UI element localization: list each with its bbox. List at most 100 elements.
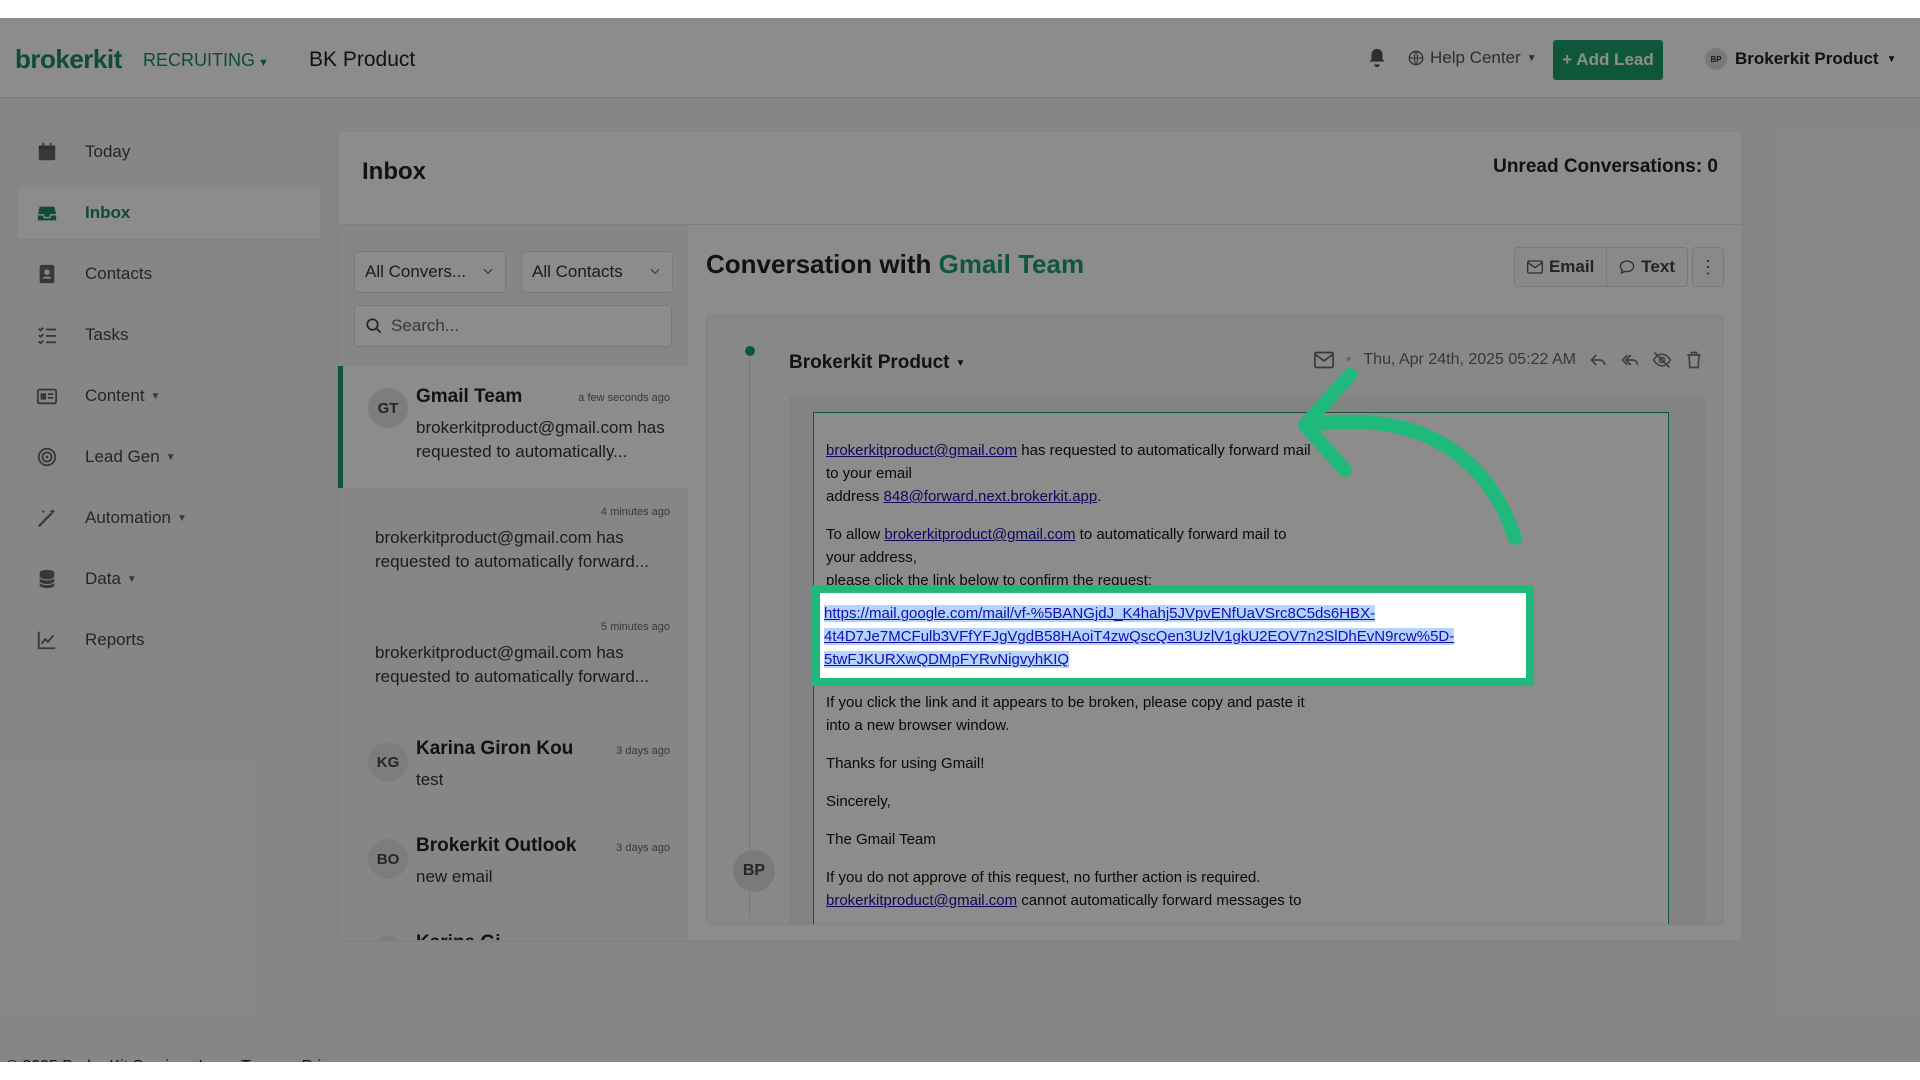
add-lead-button[interactable]: + Add Lead xyxy=(1553,40,1663,80)
sidebar-item-tasks[interactable]: Tasks xyxy=(18,309,320,361)
email-text: to automatically forward mail to xyxy=(1075,526,1287,543)
caret-down-icon: ▼ xyxy=(177,512,187,524)
help-center-label: Help Center xyxy=(1430,48,1521,67)
reply-icon[interactable] xyxy=(1588,350,1608,370)
conversation-preview: brokerkitproduct@gmail.com has requested… xyxy=(375,643,650,686)
sender-name: Brokerkit Product xyxy=(789,352,950,373)
text-button-label: Text xyxy=(1641,257,1675,276)
conversation-item[interactable]: 4 minutes ago brokerkitproduct@gmail.com… xyxy=(338,488,688,603)
contact-avatar: GT xyxy=(368,388,408,428)
bell-icon[interactable] xyxy=(1366,46,1388,70)
sidebar-item-lead-gen[interactable]: Lead Gen ▼ xyxy=(18,431,320,483)
chevron-down-icon xyxy=(483,268,493,275)
sidebar-item-content[interactable]: Content ▼ xyxy=(18,370,320,422)
user-avatar: BP xyxy=(1705,48,1727,70)
thread-title-prefix: Conversation with xyxy=(706,249,932,279)
conversation-item[interactable]: Karina Gi... xyxy=(338,912,688,940)
page-title: Inbox xyxy=(362,158,426,185)
brokerkit-logo[interactable]: brokerkit xyxy=(15,44,122,75)
message-sender[interactable]: Brokerkit Product ▼ xyxy=(789,352,965,374)
email-text: . xyxy=(1097,488,1102,505)
sidebar-item-contacts[interactable]: Contacts xyxy=(18,248,320,300)
bottom-margin xyxy=(0,1062,1920,1080)
conversation-time: 5 minutes ago xyxy=(600,621,670,633)
email-link[interactable]: brokerkitproduct@gmail.com xyxy=(826,892,1017,909)
conversation-time: 3 days ago xyxy=(616,745,670,757)
kebab-icon: ⋮ xyxy=(1699,256,1717,277)
pointer-arrow-icon xyxy=(1298,368,1522,545)
contact-avatar: BO xyxy=(368,839,408,879)
email-link[interactable]: 848@forward.next.brokerkit.app xyxy=(884,488,1098,505)
conversation-preview: test xyxy=(416,770,444,789)
sidebar-item-reports[interactable]: Reports xyxy=(18,614,320,666)
email-link[interactable]: brokerkitproduct@gmail.com xyxy=(826,442,1017,459)
contact-name: Karina Giron Kou xyxy=(416,738,574,759)
sidebar-item-data[interactable]: Data ▼ xyxy=(18,553,320,605)
timeline-line xyxy=(749,358,750,918)
lead-gen-icon xyxy=(37,447,57,467)
compose-actions: Email Text xyxy=(1513,247,1688,287)
thread-title: Conversation with Gmail Team xyxy=(706,249,1084,280)
email-paragraph: If you click the link and it appears to … xyxy=(826,691,1656,737)
caret-down-icon: ▼ xyxy=(258,57,269,69)
email-text: cannot automatically forward messages to xyxy=(1017,892,1302,909)
conversation-time: 3 days ago xyxy=(616,842,670,854)
conversation-preview: brokerkitproduct@gmail.com has requested… xyxy=(416,418,665,461)
thread-contact-link[interactable]: Gmail Team xyxy=(939,249,1084,279)
sidebar-item-label: Data xyxy=(85,569,121,588)
conversation-thread: Conversation with Gmail Team Email Text … xyxy=(688,225,1742,940)
trash-icon[interactable] xyxy=(1684,350,1704,370)
hide-icon[interactable] xyxy=(1652,350,1672,370)
chat-bubble-icon xyxy=(1619,260,1635,275)
conversation-item[interactable]: GT Gmail Team a few seconds ago brokerki… xyxy=(338,366,688,488)
sidebar-item-today[interactable]: Today xyxy=(18,126,320,178)
caret-down-icon: ▼ xyxy=(1886,53,1897,65)
caret-down-icon: ▼ xyxy=(150,390,161,402)
contact-filter-select[interactable]: All Contacts xyxy=(521,251,673,293)
email-paragraph: Sincerely, xyxy=(826,793,891,810)
database-icon xyxy=(39,569,55,589)
user-menu[interactable]: BP Brokerkit Product ▼ xyxy=(1705,48,1897,70)
module-label: RECRUITING xyxy=(143,50,255,70)
sidebar-item-label: Contacts xyxy=(85,264,153,283)
email-paragraph: If you do not approve of this request, n… xyxy=(826,866,1656,912)
email-button-label: Email xyxy=(1548,257,1595,276)
confirm-link-line-2[interactable]: 4t4D7Je7MCFulb3VFfYFJgVgdB58HAoiT4zwQscQ… xyxy=(824,628,1455,645)
sidebar-item-label: Lead Gen xyxy=(85,447,160,466)
reply-all-icon[interactable] xyxy=(1620,350,1640,370)
contact-name: Karina Gi... xyxy=(416,932,516,940)
conversation-item[interactable]: KG Karina Giron Kou 3 days ago test xyxy=(338,718,688,815)
sidebar-item-label: Content xyxy=(85,386,145,405)
sidebar-item-inbox[interactable]: Inbox xyxy=(18,187,320,239)
sidebar-item-automation[interactable]: Automation ▼ xyxy=(18,492,320,544)
chevron-down-icon xyxy=(650,268,660,275)
conversation-item[interactable]: BO Brokerkit Outlook 3 days ago new emai… xyxy=(338,815,688,912)
confirm-link-line-3[interactable]: 5twFJKURXwQDMpFYRvNigvyhKIQ xyxy=(824,651,1070,668)
content-icon xyxy=(36,388,58,405)
search-icon xyxy=(366,318,382,334)
help-center-menu[interactable]: Help Center ▼ xyxy=(1408,48,1537,68)
conversation-item[interactable]: 5 minutes ago brokerkitproduct@gmail.com… xyxy=(338,603,688,718)
search-input[interactable] xyxy=(391,316,661,336)
email-text: into a new browser window. xyxy=(826,717,1010,734)
email-link[interactable]: brokerkitproduct@gmail.com xyxy=(884,526,1075,543)
text-button[interactable]: Text xyxy=(1606,248,1687,286)
email-button[interactable]: Email xyxy=(1515,248,1606,286)
email-text: If you do not approve of this request, n… xyxy=(826,869,1261,886)
calendar-icon xyxy=(38,142,56,161)
contact-name: Brokerkit Outlook xyxy=(416,835,577,856)
email-text: To allow xyxy=(826,526,885,543)
caret-down-icon: ▼ xyxy=(955,357,966,369)
unread-count: Unread Conversations: 0 xyxy=(1493,156,1718,177)
conversation-time: 4 minutes ago xyxy=(600,506,670,518)
confirm-link-line-1[interactable]: https://mail.google.com/mail/vf-%5BANGjd… xyxy=(824,605,1376,622)
module-switcher[interactable]: RECRUITING ▼ xyxy=(143,50,269,71)
app-window: brokerkit RECRUITING ▼ BK Product Help Ce… xyxy=(0,18,1920,1075)
conversation-filter-select[interactable]: All Convers... xyxy=(354,251,506,293)
automation-icon xyxy=(37,508,56,528)
more-options-button[interactable]: ⋮ xyxy=(1692,247,1724,287)
caret-down-icon: ▼ xyxy=(1526,52,1537,64)
conversation-time: a few seconds ago xyxy=(578,392,670,404)
conversation-list: All Convers... All Contacts GT Gmail Tea… xyxy=(338,225,688,940)
filter-value: All Convers... xyxy=(365,262,467,281)
